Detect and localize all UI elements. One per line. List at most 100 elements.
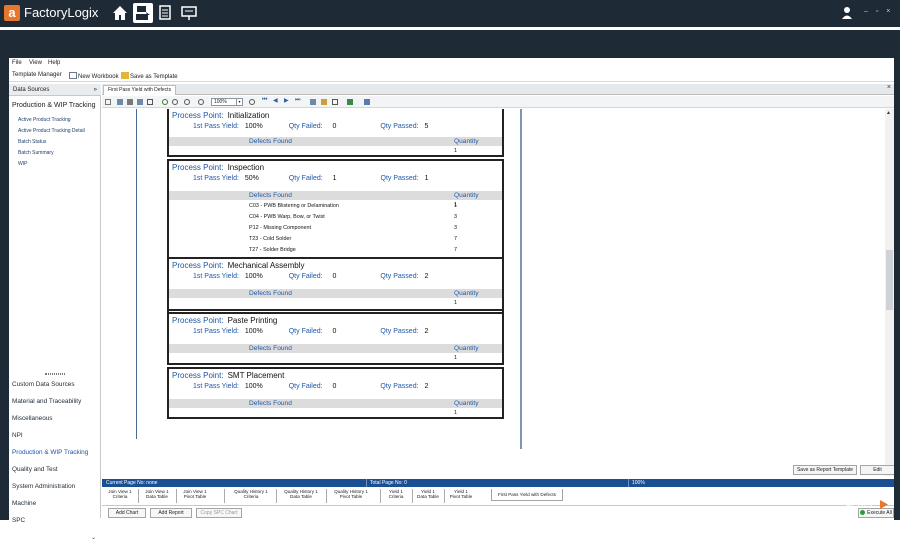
category-production-wip-tracking[interactable]: Production & WIP Tracking (12, 449, 88, 456)
multi-page-icon[interactable] (310, 99, 316, 105)
category-system-administration[interactable]: System Administration (12, 483, 75, 490)
email-icon[interactable] (364, 99, 370, 105)
qty-failed-label: Qty Failed: (288, 175, 323, 182)
presentation-icon[interactable] (179, 3, 199, 23)
analytics-workstation-icon[interactable] (133, 3, 153, 23)
process-point-name: Mechanical Assembly (227, 261, 305, 270)
quantity-label: Quantity (454, 345, 479, 352)
copy-spc-chart-button[interactable]: Copy SPC Chart (196, 508, 242, 518)
tab-line: Criteria (243, 494, 259, 499)
execute-all-button[interactable]: Execute All (858, 508, 894, 518)
defect-row: C03 - PWB Blistering or Delamination 1 (169, 201, 502, 212)
status-divider (628, 479, 629, 487)
zoom-out-icon[interactable] (184, 99, 190, 105)
process-point-label: Process Point: (172, 316, 224, 325)
home-icon[interactable] (110, 3, 130, 23)
menu-help[interactable]: Help (48, 60, 60, 66)
process-point-stats: 1st Pass Yield: 50% Qty Failed: 1 Qty Pa… (193, 175, 429, 182)
defect-row: T27 - Solder Bridge 7 (169, 245, 502, 256)
print-setup-icon[interactable] (117, 99, 123, 105)
add-chart-button[interactable]: Add Chart (108, 508, 146, 518)
process-point-title: Process Point: Inspection (172, 163, 264, 172)
documents-icon[interactable] (156, 3, 176, 23)
tab-yield-data-table[interactable]: Yield 1 Data Table (414, 489, 442, 499)
bottom-button-bar: Add Chart Add Report Copy SPC Chart Exec… (102, 507, 894, 519)
zoom-in-icon[interactable] (198, 99, 204, 105)
tab-join-view-data-table[interactable]: Join View 1 Data Table (140, 489, 174, 499)
data-source-item[interactable]: Active Product Tracking Detail (18, 128, 85, 134)
defect-quantity: 7 (454, 247, 457, 253)
quantity-label: Quantity (454, 290, 479, 297)
first-page-icon[interactable]: ⏮ (262, 97, 268, 103)
total-page-status: Total Page No: 0 (370, 480, 407, 486)
new-workbook-icon (69, 72, 77, 79)
previous-page-icon[interactable]: ◀ (273, 97, 279, 104)
export-icon[interactable] (105, 99, 111, 105)
close-tab-icon[interactable]: × (887, 84, 891, 91)
tab-first-pass-yield-with-defects[interactable]: First Pass Yield with Defects (491, 489, 563, 501)
scrollbar-thumb[interactable] (886, 250, 893, 310)
data-source-item[interactable]: Batch Summary (18, 150, 54, 156)
print-icon[interactable] (127, 99, 133, 105)
section-title: Production & WIP Tracking (12, 102, 96, 109)
search-icon[interactable] (172, 99, 178, 105)
category-npi[interactable]: NPI (12, 432, 23, 439)
export-excel-icon[interactable] (347, 99, 353, 105)
defects-header: Defects Found Quantity (169, 289, 502, 298)
next-page-icon[interactable]: ▶ (284, 97, 290, 104)
category-miscellaneous[interactable]: Miscellaneous (12, 415, 53, 422)
tab-yield-criteria[interactable]: Yield 1 Criteria (382, 489, 410, 499)
tab-line: First Pass Yield with Defects (498, 492, 556, 497)
defect-name: P12 - Missing Component (249, 225, 312, 231)
tab-quality-history-criteria[interactable]: Quality History 1 Criteria (228, 489, 274, 499)
defect-row: C04 - PWB Warp, Bow, or Twist 3 (169, 212, 502, 223)
chevron-up-icon[interactable]: ▲ (886, 110, 891, 116)
chevron-down-icon[interactable]: ▾ (236, 99, 242, 105)
data-source-item[interactable]: WIP (18, 161, 27, 167)
panel-splitter[interactable] (45, 373, 65, 375)
page-layout-icon[interactable] (332, 99, 338, 105)
category-quality-test[interactable]: Quality and Test (12, 466, 58, 473)
tab-join-view-criteria[interactable]: Join View 1 Criteria (104, 489, 136, 499)
zoom-icon[interactable] (249, 99, 255, 105)
tab-quality-history-pivot-table[interactable]: Quality History 1 Pivot Table (328, 489, 374, 499)
qty-passed-value: 1 (424, 175, 429, 182)
defects-found-label: Defects Found (249, 192, 292, 199)
data-source-item[interactable]: Active Product Tracking (18, 117, 71, 123)
tab-divider (224, 489, 225, 503)
category-material-traceability[interactable]: Material and Traceability (12, 398, 81, 405)
document-tabs: First Pass Yield with Defects × (102, 84, 894, 95)
process-point-stats: 1st Pass Yield: 100% Qty Failed: 0 Qty P… (193, 328, 428, 335)
collapse-panel-icon[interactable]: » (94, 87, 97, 93)
last-page-icon[interactable]: ⏭ (295, 97, 301, 103)
page-setup-icon[interactable] (137, 99, 143, 105)
window-controls-icon[interactable]: ‒ ▫ × (864, 8, 893, 15)
chevron-down-icon[interactable]: ⌄ (91, 534, 96, 541)
defect-quantity: 7 (454, 236, 457, 242)
template-manager-button[interactable]: Template Manager (12, 72, 62, 78)
refresh-icon[interactable] (162, 99, 168, 105)
add-report-button[interactable]: Add Report (150, 508, 192, 518)
process-point-name: Inspection (227, 163, 265, 172)
category-spc[interactable]: SPC (12, 517, 25, 524)
zoom-select[interactable]: 100% ▾ (211, 98, 243, 106)
save-as-template-button[interactable]: Save as Template (121, 72, 178, 80)
category-custom-data-sources[interactable]: Custom Data Sources (12, 381, 75, 388)
process-point-label: Process Point: (172, 163, 224, 172)
data-source-item[interactable]: Batch Status (18, 139, 46, 145)
bookmark-icon[interactable] (321, 99, 327, 105)
menu-view[interactable]: View (29, 60, 42, 66)
tab-first-pass-yield[interactable]: First Pass Yield with Defects (103, 85, 177, 95)
save-as-report-template-button[interactable]: Save as Report Template (793, 465, 857, 475)
tab-quality-history-data-table[interactable]: Quality History 1 Data Table (278, 489, 324, 499)
menu-file[interactable]: File (12, 60, 22, 66)
layout-icon[interactable] (147, 99, 153, 105)
tab-yield-pivot-table[interactable]: Yield 1 Pivot Table (446, 489, 476, 499)
vertical-scrollbar[interactable]: ▲ ▼ (885, 109, 894, 476)
tab-join-view-pivot-table[interactable]: Join View 1 Pivot Table (178, 489, 212, 499)
new-workbook-button[interactable]: New Workbook (69, 72, 119, 80)
edit-button[interactable]: Edit (860, 465, 894, 475)
process-point-label: Process Point: (172, 261, 224, 270)
user-icon[interactable] (842, 6, 854, 20)
category-machine[interactable]: Machine (12, 500, 36, 507)
